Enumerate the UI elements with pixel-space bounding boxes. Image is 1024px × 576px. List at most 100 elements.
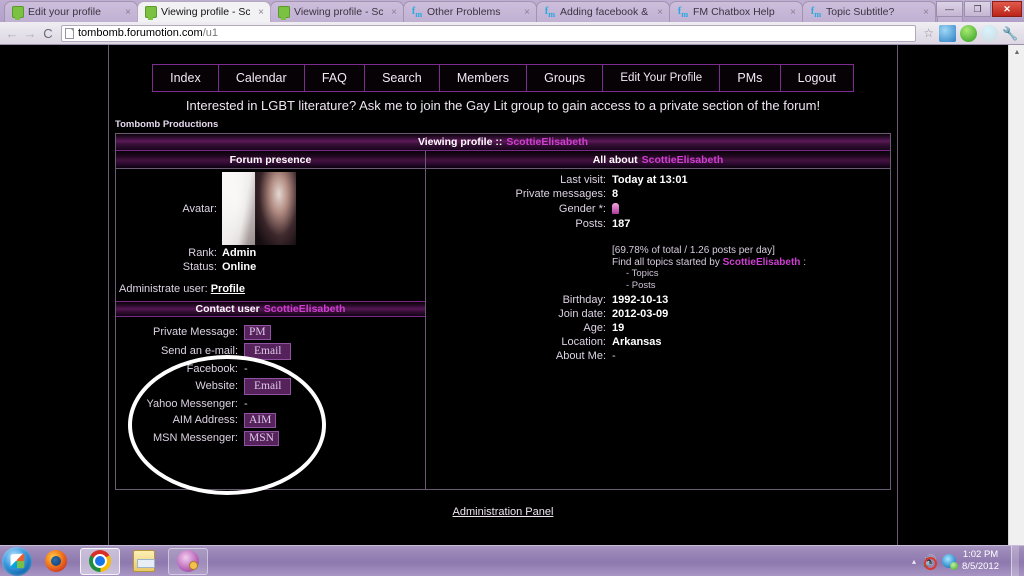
close-icon[interactable]: × <box>256 7 266 18</box>
all-about-column: Last visit: Today at 13:01 Private messa… <box>426 169 890 489</box>
browser-tab-1[interactable]: Viewing profile - Scotti × <box>137 1 271 22</box>
administrate-profile-link[interactable]: Profile <box>211 283 245 295</box>
profile-title-prefix: Viewing profile :: <box>417 136 503 148</box>
skype-click-to-call-icon[interactable] <box>939 24 956 42</box>
page-scrollbar[interactable]: ▲ <box>1008 45 1024 545</box>
nav-item-index[interactable]: Index <box>152 64 219 92</box>
website-button[interactable]: Email <box>244 377 292 395</box>
close-icon[interactable]: × <box>123 7 133 18</box>
contact-header-username[interactable]: ScottieElisabeth <box>264 303 346 315</box>
birthday-row: Birthday: 1992-10-13 <box>504 293 669 307</box>
taskbar-paint-button[interactable] <box>168 547 208 575</box>
nav-item-members[interactable]: Members <box>438 64 528 92</box>
tab-label: Other Problems <box>427 6 501 18</box>
browser-tab-3[interactable]: fm Other Problems × <box>403 1 537 22</box>
close-icon[interactable]: × <box>788 7 798 18</box>
header-forum-presence: Forum presence <box>116 151 426 168</box>
find-topics-link[interactable]: - Topics <box>626 268 890 280</box>
aim-button[interactable]: AIM <box>244 412 277 428</box>
forumotion-icon: fm <box>544 6 556 19</box>
birthday-value: 1992-10-13 <box>612 294 669 306</box>
facebook-label: Facebook: <box>186 362 238 375</box>
browser-tab-4[interactable]: fm Adding facebook & tw × <box>536 1 670 22</box>
nav-item-logout[interactable]: Logout <box>779 64 854 92</box>
nav-item-faq[interactable]: FAQ <box>303 64 365 92</box>
nav-item-pms[interactable]: PMs <box>719 64 781 92</box>
close-icon[interactable]: × <box>522 7 532 18</box>
yahoo-messenger-label: Yahoo Messenger: <box>146 397 238 410</box>
pm-button[interactable]: PM <box>244 324 271 340</box>
page-viewport: Index Calendar FAQ Search Members Groups… <box>0 45 1024 545</box>
contact-user-header: Contact user ScottieElisabeth <box>116 301 425 317</box>
screen: Edit your profile × Viewing profile - Sc… <box>0 0 1024 576</box>
msn-button[interactable]: MSN <box>244 430 279 446</box>
url-path: /u1 <box>202 27 219 39</box>
send-email-value: Email <box>244 341 292 361</box>
close-icon[interactable]: × <box>655 7 665 18</box>
maximize-button[interactable]: ❐ <box>964 1 991 17</box>
back-icon[interactable]: ← <box>3 24 21 42</box>
address-bar[interactable]: tombomb.forumotion.com/u1 <box>61 24 917 42</box>
about-me-value: - <box>612 350 616 362</box>
administrate-label: Administrate user: <box>119 283 208 295</box>
show-hidden-icons-icon[interactable]: ▴ <box>912 557 916 566</box>
location-row: Location: Arkansas <box>504 335 668 349</box>
start-button[interactable] <box>2 546 32 576</box>
find-topics-username[interactable]: ScottieElisabeth <box>723 257 801 268</box>
nav-item-search[interactable]: Search <box>363 64 440 92</box>
close-icon[interactable]: × <box>921 7 931 18</box>
forumotion-icon: fm <box>411 6 423 19</box>
evernote-icon[interactable] <box>960 24 977 42</box>
browser-tab-2[interactable]: Viewing profile - Scotti × <box>270 1 404 22</box>
presence-fields: Avatar: Rank: Admin Status: Online <box>116 171 296 274</box>
page-icon <box>65 27 74 39</box>
gender-value <box>612 201 688 217</box>
forum-wrapper: Index Calendar FAQ Search Members Groups… <box>108 45 898 545</box>
nav-item-groups[interactable]: Groups <box>526 64 604 92</box>
gender-row: Gender *: <box>504 201 688 217</box>
windows-taskbar: ▴ 🔊 1:02 PM 8/5/2012 <box>0 545 1024 576</box>
administration-panel-link[interactable]: Administration Panel <box>453 506 554 518</box>
clock-date: 8/5/2012 <box>962 561 999 572</box>
find-posts-link[interactable]: - Posts <box>626 280 890 292</box>
url-host: tombomb.forumotion.com <box>78 27 203 39</box>
browser-tab-5[interactable]: fm FM Chatbox Help × <box>669 1 803 22</box>
close-icon[interactable]: × <box>389 7 399 18</box>
phone-icon[interactable] <box>981 24 998 42</box>
about-bottom-fields: Birthday: 1992-10-13 Join date: 2012-03-… <box>504 293 668 363</box>
email-button[interactable]: Email <box>244 342 292 360</box>
forward-icon[interactable]: → <box>21 24 39 42</box>
clock-time: 1:02 PM <box>962 549 999 560</box>
tab-label: FM Chatbox Help <box>693 6 775 18</box>
minimize-button[interactable]: — <box>936 1 963 17</box>
browser-tab-0[interactable]: Edit your profile × <box>4 1 138 22</box>
taskbar-chrome-button[interactable] <box>80 547 120 575</box>
volume-muted-icon[interactable]: 🔊 <box>922 554 938 570</box>
nav-item-calendar[interactable]: Calendar <box>217 64 305 92</box>
last-visit-value: Today at 13:01 <box>612 174 688 186</box>
reload-icon[interactable]: C <box>39 24 57 42</box>
profile-title-bar: Viewing profile :: ScottieElisabeth <box>116 134 890 151</box>
wrench-menu-icon[interactable]: 🔧 <box>1002 25 1019 42</box>
scroll-up-icon[interactable]: ▲ <box>1009 45 1024 59</box>
network-icon[interactable] <box>942 554 959 570</box>
paint-icon <box>177 550 199 572</box>
posts-row: Posts: 187 <box>504 217 688 231</box>
status-row: Status: Online <box>116 260 296 274</box>
clock[interactable]: 1:02 PM 8/5/2012 <box>962 549 1005 573</box>
location-value: Arkansas <box>612 336 662 348</box>
show-desktop-button[interactable] <box>1011 545 1019 576</box>
header-all-about-prefix: All about <box>592 153 638 166</box>
status-label: Status: <box>182 261 217 273</box>
forumotion-icon: fm <box>810 6 822 19</box>
bookmark-star-icon[interactable]: ☆ <box>923 26 934 40</box>
browser-tab-6[interactable]: fm Topic Subtitle? × <box>802 1 936 22</box>
profile-username[interactable]: ScottieElisabeth <box>506 136 588 148</box>
taskbar-firefox-button[interactable] <box>36 548 76 575</box>
close-window-button[interactable]: ✕ <box>992 1 1022 17</box>
taskbar-explorer-button[interactable] <box>124 548 164 575</box>
about-me-row: About Me: - <box>504 349 668 363</box>
administrate-block: Administrate user: Profile <box>116 283 425 297</box>
nav-item-edit-your-profile[interactable]: Edit Your Profile <box>602 64 721 92</box>
header-all-about-username[interactable]: ScottieElisabeth <box>642 154 724 166</box>
